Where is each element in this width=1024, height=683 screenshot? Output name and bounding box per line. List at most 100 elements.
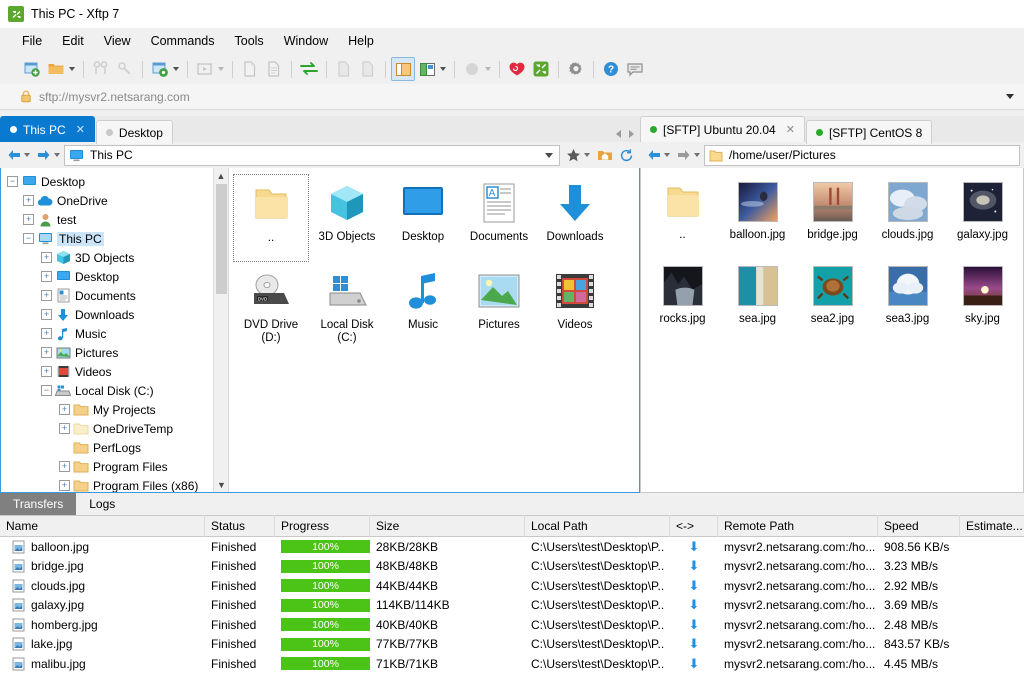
transfers-table-body[interactable]: balloon.jpg Finished 100% 28KB/28KB C:\U… [0, 537, 1024, 683]
tree-item-this-pc[interactable]: − This PC [5, 229, 228, 248]
column-header-speed[interactable]: Speed [878, 515, 960, 537]
tree-item-music[interactable]: + Music [5, 324, 228, 343]
table-row[interactable]: homberg.jpg Finished 100% 40KB/40KB C:\U… [0, 615, 1024, 635]
remote-item-galaxy[interactable]: galaxy.jpg [945, 174, 1020, 258]
menu-file[interactable]: File [12, 31, 52, 51]
collapse-icon[interactable]: − [41, 385, 52, 396]
remote-item-balloon[interactable]: balloon.jpg [720, 174, 795, 258]
table-row[interactable]: bridge.jpg Finished 100% 48KB/48KB C:\Us… [0, 557, 1024, 577]
column-header-progress[interactable]: Progress [275, 515, 370, 537]
remote-item-sea2[interactable]: sea2.jpg [795, 258, 870, 342]
remote-tab-centos[interactable]: [SFTP] CentOS 8 [805, 120, 933, 144]
tree-item-desktop[interactable]: − Desktop [5, 172, 228, 191]
menu-tools[interactable]: Tools [225, 31, 274, 51]
star-icon[interactable] [563, 145, 583, 165]
column-header-name[interactable]: Name [0, 515, 205, 537]
remote-address-bar[interactable]: /home/user/Pictures [704, 144, 1020, 166]
expand-icon[interactable]: + [41, 290, 52, 301]
forward-dropdown-caret[interactable] [54, 153, 60, 157]
column-header-size[interactable]: Size [370, 515, 525, 537]
home-folder-icon[interactable] [595, 145, 615, 165]
upload-icon[interactable] [332, 57, 356, 81]
open-folder-icon[interactable] [44, 57, 68, 81]
connect-icon[interactable] [89, 57, 113, 81]
remote-tab-ubuntu[interactable]: [SFTP] Ubuntu 20.04 ✕ [640, 116, 805, 142]
file-item-desktop[interactable]: Desktop [385, 174, 461, 262]
remote-file-grid[interactable]: .. balloon.jpg bridge.jpg clouds.jpg gal… [641, 168, 1023, 492]
help-icon[interactable]: ? [599, 57, 623, 81]
local-tab-desktop[interactable]: Desktop [95, 120, 173, 144]
local-address-bar[interactable]: This PC [64, 144, 560, 166]
remote-item-rocks[interactable]: rocks.jpg [645, 258, 720, 342]
menu-window[interactable]: Window [274, 31, 338, 51]
chevron-down-icon[interactable] [1006, 94, 1014, 99]
table-row[interactable]: clouds.jpg Finished 100% 44KB/44KB C:\Us… [0, 576, 1024, 596]
expand-icon[interactable]: + [23, 195, 34, 206]
tunnel-dropdown-caret[interactable] [485, 67, 491, 71]
url-bar[interactable]: sftp://mysvr2.netsarang.com [0, 84, 1024, 110]
expand-icon[interactable]: + [59, 480, 70, 491]
expand-icon[interactable]: + [59, 404, 70, 415]
xftp-icon[interactable] [529, 57, 553, 81]
table-row[interactable]: galaxy.jpg Finished 100% 114KB/114KB C:\… [0, 596, 1024, 616]
tree-item-desktop-sub[interactable]: + Desktop [5, 267, 228, 286]
file-item-parent[interactable]: .. [233, 174, 309, 262]
scrollbar-thumb[interactable] [216, 184, 227, 294]
tree-item-documents[interactable]: + Documents [5, 286, 228, 305]
expand-icon[interactable]: + [41, 252, 52, 263]
expand-icon[interactable]: + [23, 214, 34, 225]
run-dropdown-caret[interactable] [218, 67, 224, 71]
tree-item-onedrivetemp[interactable]: + OneDriveTemp [5, 419, 228, 438]
menu-edit[interactable]: Edit [52, 31, 94, 51]
folder-tree[interactable]: − Desktop + OneDrive + test − This PC + … [1, 168, 229, 492]
collapse-icon[interactable]: − [23, 233, 34, 244]
paste-file-icon[interactable] [262, 57, 286, 81]
file-item-local-disk[interactable]: Local Disk (C:) [309, 262, 385, 350]
file-item-downloads[interactable]: Downloads [537, 174, 613, 262]
tab-logs[interactable]: Logs [76, 493, 129, 515]
forward-dropdown-caret[interactable] [694, 153, 700, 157]
file-item-dvd-drive[interactable]: DVD DVD Drive (D:) [233, 262, 309, 350]
file-item-music[interactable]: Music [385, 262, 461, 350]
tree-item-program-files[interactable]: + Program Files [5, 457, 228, 476]
remote-item-sky[interactable]: sky.jpg [945, 258, 1020, 342]
tree-scrollbar[interactable]: ▲ ▼ [213, 168, 228, 492]
tree-item-downloads[interactable]: + Downloads [5, 305, 228, 324]
tree-item-onedrive[interactable]: + OneDrive [5, 191, 228, 210]
layout-dropdown-caret[interactable] [440, 67, 446, 71]
feedback-icon[interactable] [623, 57, 647, 81]
address-dropdown-caret[interactable] [545, 152, 553, 158]
tree-item-videos[interactable]: + Videos [5, 362, 228, 381]
forward-arrow-icon[interactable] [674, 145, 694, 165]
download-icon[interactable] [356, 57, 380, 81]
file-item-pictures[interactable]: Pictures [461, 262, 537, 350]
expand-icon[interactable]: + [41, 271, 52, 282]
collapse-icon[interactable]: − [7, 176, 18, 187]
remote-item-parent[interactable]: .. [645, 174, 720, 258]
expand-icon[interactable]: + [41, 328, 52, 339]
folder-view-icon[interactable] [391, 57, 415, 81]
split-view-icon[interactable] [415, 57, 439, 81]
column-header-remote-path[interactable]: Remote Path [718, 515, 878, 537]
local-file-grid[interactable]: .. 3D Objects Desktop A Documents Downlo… [229, 168, 639, 492]
run-icon[interactable] [193, 57, 217, 81]
back-arrow-icon[interactable] [644, 145, 664, 165]
tab-scroll-left-icon[interactable] [616, 130, 621, 138]
tree-item-pictures[interactable]: + Pictures [5, 343, 228, 362]
disconnect-icon[interactable] [113, 57, 137, 81]
close-icon[interactable]: ✕ [76, 123, 85, 136]
xshell-icon[interactable] [505, 57, 529, 81]
column-header-status[interactable]: Status [205, 515, 275, 537]
file-item-3d-objects[interactable]: 3D Objects [309, 174, 385, 262]
tree-item-3d-objects[interactable]: + 3D Objects [5, 248, 228, 267]
column-header-local-path[interactable]: Local Path [525, 515, 670, 537]
expand-icon[interactable]: + [41, 366, 52, 377]
settings-gear-icon[interactable] [564, 57, 588, 81]
close-icon[interactable]: ✕ [786, 123, 795, 136]
tab-scroll-right-icon[interactable] [629, 130, 634, 138]
expand-icon[interactable]: + [41, 309, 52, 320]
sync-transfer-icon[interactable] [297, 57, 321, 81]
back-dropdown-caret[interactable] [664, 153, 670, 157]
session-dropdown-caret[interactable] [173, 67, 179, 71]
tunnel-icon[interactable] [460, 57, 484, 81]
